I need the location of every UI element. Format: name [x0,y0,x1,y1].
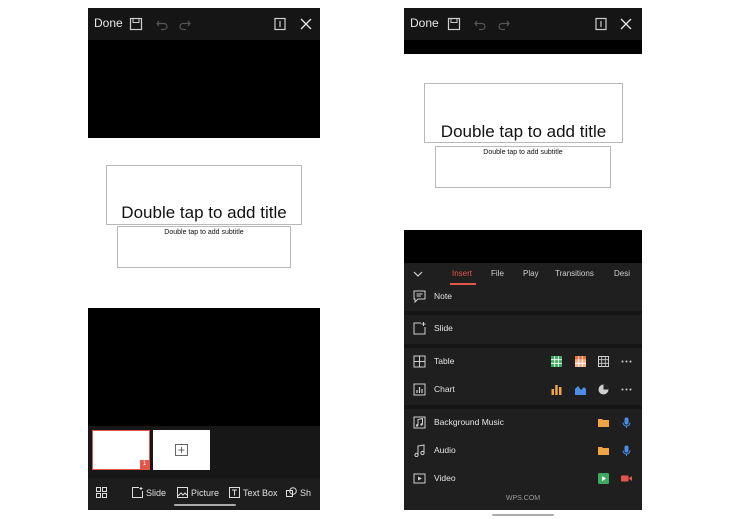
insert-panel: Insert File Play Transitions Desi Note S… [404,263,642,510]
save-icon[interactable] [129,17,143,31]
toolbar-item-grid[interactable] [96,487,107,498]
insert-item-label: Background Music [434,417,504,427]
green-table-icon[interactable] [551,356,562,367]
home-indicator [492,514,554,516]
insert-item-label: Table [434,356,455,366]
done-button[interactable]: Done [410,16,439,30]
add-slide-icon [175,444,188,456]
pie-chart-icon[interactable] [598,384,609,395]
close-icon[interactable] [619,17,633,31]
toolbar-item-text-box[interactable]: Text Box [229,487,278,498]
toolbar-label: Text Box [243,487,278,498]
read-mode-icon[interactable] [594,17,608,31]
insert-item-background-music[interactable]: Background Music [404,409,642,437]
close-icon[interactable] [299,17,313,31]
shape-icon [286,487,297,497]
subtitle-placeholder-box[interactable]: Double tap to add subtitle [435,146,611,188]
footer-watermark: WPS.COM [505,495,541,502]
slide-canvas[interactable]: Double tap to add title Double tap to ad… [88,138,320,308]
folder-icon[interactable] [598,445,609,456]
insert-item-audio[interactable]: Audio [404,437,642,465]
subtitle-placeholder-text: Double tap to add subtitle [164,229,244,236]
play-icon[interactable] [598,473,609,484]
insert-item-video[interactable]: Video [404,465,642,493]
insert-item-note[interactable]: Note [404,285,642,313]
toolbar-item-picture[interactable]: Picture [177,487,219,498]
insert-item-label: Note [434,291,452,301]
microphone-icon[interactable] [621,445,632,456]
read-mode-icon[interactable] [273,17,287,31]
insert-item-label: Chart [434,384,455,394]
redo-icon[interactable] [178,17,192,31]
subtitle-placeholder-text: Double tap to add subtitle [483,149,563,156]
toolbar-label: Sh [300,487,312,498]
redo-icon[interactable] [497,17,511,31]
insert-item-label: Slide [434,323,453,333]
left-phone-screen: Done Double tap to add title Double tap … [88,8,320,510]
chart-icon [413,383,426,396]
camera-icon[interactable] [621,473,632,484]
top-bar: Done [88,8,320,40]
toolbar-label: Slide [146,487,167,498]
title-placeholder-text: Double tap to add title [121,203,287,222]
insert-item-label: Audio [434,445,456,455]
grid-table-icon[interactable] [598,356,609,367]
toolbar-label: Picture [191,487,220,498]
top-bar: Done [404,8,642,40]
insert-item-table[interactable]: Table [404,348,642,376]
insert-item-slide[interactable]: Slide [404,315,642,343]
tab-play[interactable]: Play [523,269,539,278]
picture-icon [177,487,188,498]
slide-number-badge: 1 [140,460,149,469]
toolbar-item-shape[interactable]: Sh [286,487,311,498]
area-chart-icon[interactable] [575,384,586,395]
microphone-icon[interactable] [621,417,632,428]
more-icon[interactable] [621,384,632,395]
title-placeholder-box[interactable]: Double tap to add title [106,165,302,225]
chevron-down-icon [413,271,423,277]
bar-chart-icon[interactable] [551,384,562,395]
undo-icon[interactable] [155,17,169,31]
save-icon[interactable] [447,17,461,31]
undo-icon[interactable] [473,17,487,31]
title-placeholder-box[interactable]: Double tap to add title [424,83,623,143]
toolbar-item-slide[interactable]: Slide [132,487,166,498]
grid-icon [96,487,107,498]
new-slide-icon [413,322,426,335]
tab-design[interactable]: Desi [614,269,630,278]
table-icon [413,355,426,368]
insert-item-chart[interactable]: Chart [404,376,642,404]
slide-canvas[interactable]: Double tap to add title Double tap to ad… [404,54,642,230]
title-placeholder-text: Double tap to add title [440,122,607,141]
insert-item-label: Video [434,473,456,483]
tab-file[interactable]: File [491,269,504,278]
add-slide-button[interactable] [153,430,210,470]
note-icon [413,290,426,303]
video-icon [413,472,426,485]
orange-table-icon[interactable] [575,356,586,367]
slide-thumbnail[interactable]: 1 [92,430,150,470]
more-icon[interactable] [621,356,632,367]
folder-icon[interactable] [598,417,609,428]
right-phone-screen: Done Double tap to add title Double tap … [404,8,642,510]
background-music-icon [413,416,426,429]
home-indicator [174,504,236,506]
subtitle-placeholder-box[interactable]: Double tap to add subtitle [117,226,291,268]
ribbon-tabs: Insert File Play Transitions Desi [404,263,642,285]
new-slide-icon [132,487,143,498]
tab-insert[interactable]: Insert [452,269,472,278]
slide-thumbnail-strip: 1 [88,426,320,478]
tab-transitions[interactable]: Transitions [555,269,594,278]
audio-icon [413,444,426,457]
text-box-icon [229,487,240,498]
done-button[interactable]: Done [94,16,123,30]
